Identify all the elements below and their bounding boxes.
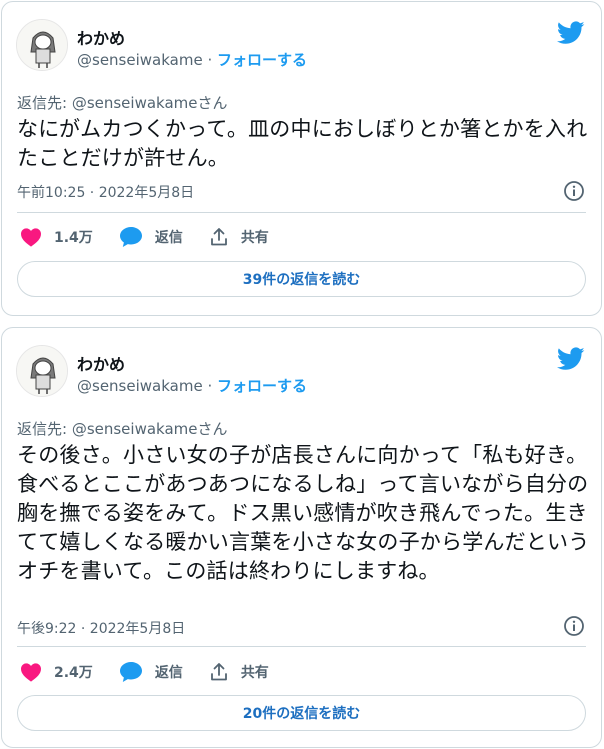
divider bbox=[17, 212, 586, 213]
timestamp[interactable]: 午後9:22 · 2022年5月8日 bbox=[17, 618, 185, 638]
author-handle[interactable]: @senseiwakame bbox=[77, 51, 203, 69]
reply-to-text: 返信先: @senseiwakameさん bbox=[17, 420, 228, 438]
reply-button[interactable]: 返信 bbox=[119, 661, 183, 683]
action-bar: 1.4万 返信 共有 bbox=[20, 225, 295, 249]
reply-label: 返信 bbox=[154, 230, 183, 246]
reply-button[interactable]: 返信 bbox=[119, 226, 183, 248]
follow-button[interactable]: フォローする bbox=[217, 51, 307, 69]
avatar[interactable] bbox=[16, 19, 68, 71]
share-icon bbox=[210, 663, 227, 681]
avatar[interactable] bbox=[16, 345, 68, 397]
heart-icon bbox=[21, 228, 41, 247]
tweet-card-2: わかめ @senseiwakame · フォローする 返信先: @senseiw… bbox=[1, 327, 602, 748]
read-replies-button[interactable]: 20件の返信を読む bbox=[17, 695, 586, 731]
share-label: 共有 bbox=[240, 665, 269, 681]
author-handle-row: @senseiwakame · フォローする bbox=[77, 49, 307, 70]
like-count: 2.4万 bbox=[54, 665, 93, 681]
separator: · bbox=[202, 377, 217, 395]
author-handle-row: @senseiwakame · フォローする bbox=[77, 375, 307, 396]
share-button[interactable]: 共有 bbox=[209, 662, 269, 682]
separator: · bbox=[202, 51, 217, 69]
share-label: 共有 bbox=[240, 230, 269, 246]
author-handle[interactable]: @senseiwakame bbox=[77, 377, 203, 395]
speech-bubble-icon bbox=[119, 662, 142, 682]
speech-bubble-icon bbox=[119, 227, 142, 247]
tweet-text: なにがムカつくかって。皿の中におしぼりとか箸とかを入れたことだけが許せん。 bbox=[17, 117, 588, 170]
read-replies-button[interactable]: 39件の返信を読む bbox=[17, 261, 586, 297]
share-button[interactable]: 共有 bbox=[209, 227, 269, 247]
tweet-card-1: わかめ @senseiwakame · フォローする 返信先: @senseiw… bbox=[1, 1, 602, 316]
twitter-bird-icon[interactable] bbox=[557, 21, 585, 45]
action-bar: 2.4万 返信 共有 bbox=[20, 660, 295, 684]
timestamp[interactable]: 午前10:25 · 2022年5月8日 bbox=[17, 182, 194, 202]
heart-icon bbox=[21, 663, 41, 682]
like-button[interactable]: 2.4万 bbox=[20, 662, 93, 682]
tweet-text: その後さ。小さい女の子が店長さんに向かって「私も好き。食べるとここがあつあつにな… bbox=[17, 443, 590, 583]
twitter-bird-icon[interactable] bbox=[557, 347, 585, 371]
share-icon bbox=[210, 228, 227, 246]
follow-button[interactable]: フォローする bbox=[217, 377, 307, 395]
like-button[interactable]: 1.4万 bbox=[20, 227, 93, 247]
avatar-illustration bbox=[17, 20, 67, 70]
reply-label: 返信 bbox=[154, 665, 183, 681]
author-name[interactable]: わかめ bbox=[77, 25, 125, 49]
divider bbox=[17, 646, 586, 647]
avatar-illustration bbox=[17, 346, 67, 396]
info-icon[interactable] bbox=[563, 180, 585, 202]
info-icon[interactable] bbox=[563, 615, 585, 637]
like-count: 1.4万 bbox=[54, 230, 93, 246]
author-name[interactable]: わかめ bbox=[77, 351, 125, 375]
reply-to-text: 返信先: @senseiwakameさん bbox=[17, 94, 228, 112]
